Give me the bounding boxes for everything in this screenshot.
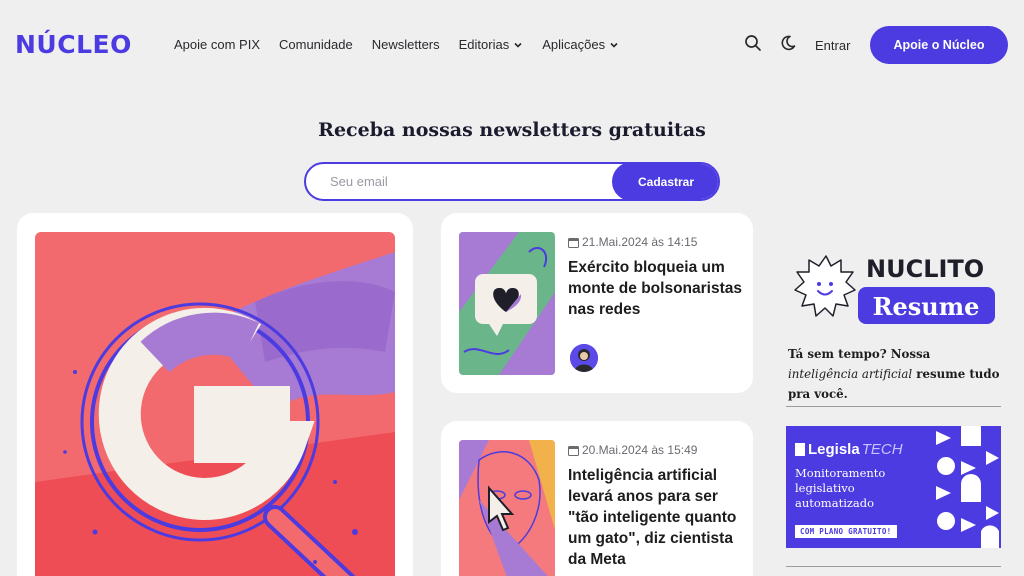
nuclito-text: Tá sem tempo? Nossa bbox=[788, 347, 931, 361]
featured-article-image[interactable] bbox=[35, 232, 395, 576]
nuclito-text-emphasis: inteligência artificial bbox=[788, 367, 913, 381]
article-date: 21.Mai.2024 às 14:15 bbox=[568, 235, 697, 249]
login-link[interactable]: Entrar bbox=[815, 38, 850, 53]
search-icon[interactable] bbox=[744, 34, 762, 52]
nuclito-resume-banner[interactable]: NUCLITO Resume bbox=[788, 248, 998, 328]
support-button[interactable]: Apoie o Núcleo bbox=[870, 26, 1008, 64]
nav-item-apoie-pix[interactable]: Apoie com PIX bbox=[174, 37, 260, 52]
legisla-pattern bbox=[936, 426, 999, 548]
article-thumbnail[interactable] bbox=[459, 232, 555, 375]
nuclito-badge: Resume bbox=[873, 292, 980, 321]
nav-label: Comunidade bbox=[279, 37, 353, 52]
email-input[interactable] bbox=[306, 164, 616, 199]
newsletter-form: Cadastrar bbox=[304, 162, 720, 201]
nav-item-newsletters[interactable]: Newsletters bbox=[372, 37, 440, 52]
newsletter-title: Receba nossas newsletters gratuitas bbox=[318, 119, 706, 141]
article-title[interactable]: Inteligência artificial levará anos para… bbox=[568, 465, 743, 570]
article-date-text: 20.Mai.2024 às 15:49 bbox=[582, 443, 698, 457]
nav-label: Aplicações bbox=[542, 37, 606, 52]
sidebar-divider bbox=[786, 406, 1001, 407]
legisla-brand: Legisla TECH bbox=[795, 441, 903, 458]
article-card[interactable]: 21.Mai.2024 às 14:15 Exército bloqueia u… bbox=[441, 213, 753, 393]
author-avatar[interactable] bbox=[570, 344, 598, 372]
calendar-icon bbox=[568, 445, 579, 456]
nav-item-aplicacoes[interactable]: Aplicações bbox=[542, 37, 619, 52]
calendar-icon bbox=[568, 237, 579, 248]
article-date: 20.Mai.2024 às 15:49 bbox=[568, 443, 697, 457]
nav-item-comunidade[interactable]: Comunidade bbox=[279, 37, 353, 52]
sidebar-divider bbox=[786, 566, 1001, 567]
chevron-down-icon bbox=[514, 42, 522, 48]
legisla-tech-banner[interactable]: Legisla TECH Monitoramento legislativo au… bbox=[786, 426, 1001, 548]
legisla-cta[interactable]: COM PLANO GRATUITO! bbox=[795, 525, 897, 538]
article-thumbnail[interactable] bbox=[459, 440, 555, 576]
subscribe-button[interactable]: Cadastrar bbox=[612, 164, 718, 199]
nuclito-name: NUCLITO bbox=[866, 255, 984, 283]
article-date-text: 21.Mai.2024 às 14:15 bbox=[582, 235, 698, 249]
chevron-down-icon bbox=[610, 42, 618, 48]
nav-label: Editorias bbox=[458, 37, 510, 52]
moon-icon[interactable] bbox=[779, 34, 797, 52]
nav-item-editorias[interactable]: Editorias bbox=[459, 37, 524, 52]
main-nav: Apoie com PIX Comunidade Newsletters Edi… bbox=[174, 37, 638, 52]
nav-label: Newsletters bbox=[371, 37, 440, 52]
nav-label: Apoie com PIX bbox=[174, 37, 260, 52]
legisla-description: Monitoramento legislativo automatizado bbox=[795, 466, 886, 510]
sun-mascot-icon bbox=[794, 255, 856, 317]
site-header: NÚCLEO Apoie com PIX Comunidade Newslett… bbox=[0, 0, 1024, 90]
article-title[interactable]: Exército bloqueia um monte de bolsonaris… bbox=[568, 257, 743, 320]
nuclito-description: Tá sem tempo? Nossa inteligência artific… bbox=[788, 344, 1003, 404]
article-card[interactable]: 20.Mai.2024 às 15:49 Inteligência artifi… bbox=[441, 421, 753, 576]
legisla-brand-suffix: TECH bbox=[861, 441, 903, 458]
document-icon bbox=[795, 443, 805, 456]
site-logo[interactable]: NÚCLEO bbox=[15, 30, 132, 59]
featured-article-card[interactable] bbox=[17, 213, 413, 576]
legisla-brand-name: Legisla bbox=[808, 441, 860, 458]
